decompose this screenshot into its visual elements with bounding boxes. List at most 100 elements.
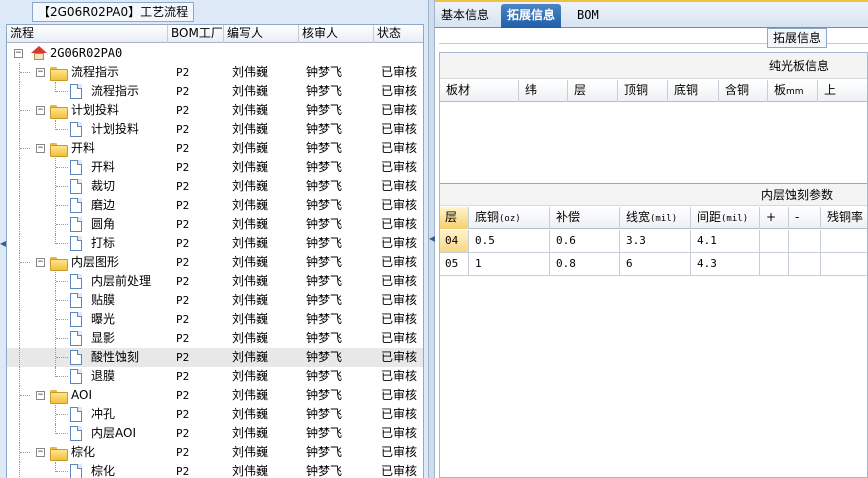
process-tree[interactable]: 流程 BOM工厂 编写人 核审人 状态 − 2G06R02PA0 − 流程指示 P2…	[6, 24, 424, 478]
tree-root-row[interactable]: − 2G06R02PA0	[7, 44, 423, 63]
home-icon	[31, 46, 47, 60]
collapse-icon[interactable]: −	[36, 448, 45, 457]
tree-folder-row[interactable]: − 内层图形 P2 刘伟巍 钟梦飞 已审核	[7, 253, 423, 272]
col-header-author[interactable]: 编写人	[224, 25, 299, 43]
tree-item-row[interactable]: 圆角 P2 刘伟巍 钟梦飞 已审核	[7, 215, 423, 234]
cell-empty[interactable]	[821, 230, 867, 252]
tree-item-row[interactable]: 流程指示 P2 刘伟巍 钟梦飞 已审核	[7, 82, 423, 101]
cell-reviewer: 钟梦飞	[306, 141, 343, 155]
tree-item-row[interactable]: 磨边 P2 刘伟巍 钟梦飞 已审核	[7, 196, 423, 215]
tree-folder-row[interactable]: − AOI P2 刘伟巍 钟梦飞 已审核	[7, 386, 423, 405]
cell-comp[interactable]: 0.8	[550, 253, 620, 275]
collapse-icon[interactable]: −	[36, 68, 45, 77]
col-top-copper[interactable]: 顶铜	[618, 80, 668, 102]
col-plus[interactable]: +	[760, 207, 789, 229]
tree-item-row[interactable]: 开料 P2 刘伟巍 钟梦飞 已审核	[7, 158, 423, 177]
col-weft[interactable]: 纬	[519, 80, 568, 102]
cell-empty[interactable]	[760, 230, 789, 252]
tree-item-row[interactable]: 显影 P2 刘伟巍 钟梦飞 已审核	[7, 329, 423, 348]
tree-item-label: 酸性蚀刻	[91, 350, 140, 364]
cell-empty[interactable]	[821, 253, 867, 275]
col-header-reviewer[interactable]: 核审人	[299, 25, 374, 43]
cell-layer[interactable]: 04	[440, 230, 469, 252]
col-with-copper[interactable]: 含铜	[719, 80, 768, 102]
cell-empty[interactable]	[789, 253, 821, 275]
tree-item-row[interactable]: 内层前处理 P2 刘伟巍 钟梦飞 已审核	[7, 272, 423, 291]
tree-item-row[interactable]: 棕化 P2 刘伟巍 钟梦飞 已审核	[7, 462, 423, 478]
tree-item-row[interactable]: 酸性蚀刻 P2 刘伟巍 钟梦飞 已审核	[7, 348, 423, 367]
tree-item-label: 显影	[91, 331, 116, 345]
collapse-icon[interactable]: −	[14, 49, 23, 58]
detail-pane: 基本信息 拓展信息 BOM 拓展信息 纯光板信息 板材 纬 层 顶铜 底铜 含铜…	[435, 0, 868, 478]
tree-item-row[interactable]: 退膜 P2 刘伟巍 钟梦飞 已审核	[7, 367, 423, 386]
cell-status: 已审核	[381, 236, 418, 250]
collapse-icon[interactable]: −	[36, 144, 45, 153]
tree-guide	[56, 243, 68, 244]
collapse-icon[interactable]: −	[36, 258, 45, 267]
cell-reviewer: 钟梦飞	[306, 236, 343, 250]
cell-bom-factory: P2	[176, 370, 190, 383]
tree-folder-row[interactable]: − 棕化 P2 刘伟巍 钟梦飞 已审核	[7, 443, 423, 462]
collapse-icon[interactable]: −	[36, 391, 45, 400]
tree-folder-row[interactable]: − 流程指示 P2 刘伟巍 钟梦飞 已审核	[7, 63, 423, 82]
tree-folder-label: AOI	[71, 388, 92, 402]
tab-bom[interactable]: BOM	[571, 4, 605, 28]
cell-width[interactable]: 3.3	[620, 230, 691, 252]
document-icon	[70, 407, 82, 422]
col-bottom-copper[interactable]: 底铜	[668, 80, 719, 102]
cell-status: 已审核	[381, 255, 418, 269]
col-upper[interactable]: 上	[818, 80, 867, 102]
col-base-copper[interactable]: 底铜(oz)	[469, 207, 550, 229]
col-layer-no[interactable]: 层	[440, 207, 469, 229]
collapse-icon[interactable]: −	[36, 106, 45, 115]
col-compensation[interactable]: 补偿	[550, 207, 620, 229]
cell-layer[interactable]: 05	[440, 253, 469, 275]
cell-bom-factory: P2	[176, 313, 190, 326]
plain-plate-grid[interactable]: 纯光板信息 板材 纬 层 顶铜 底铜 含铜 板mm 上	[440, 53, 867, 183]
col-board-mm[interactable]: 板mm	[768, 80, 818, 102]
cell-bom-factory: P2	[176, 275, 190, 288]
tree-item-row[interactable]: 贴膜 P2 刘伟巍 钟梦飞 已审核	[7, 291, 423, 310]
col-minus[interactable]: -	[789, 207, 821, 229]
pane-splitter[interactable]: ◀	[428, 0, 435, 478]
collapse-left-grip-icon[interactable]: ◀	[0, 238, 6, 250]
col-line-width[interactable]: 线宽(mil)	[620, 207, 691, 229]
tree-guide	[56, 186, 68, 187]
cell-empty[interactable]	[760, 253, 789, 275]
cell-spacing[interactable]: 4.1	[691, 230, 760, 252]
cell-empty[interactable]	[789, 230, 821, 252]
col-board[interactable]: 板材	[440, 80, 519, 102]
cell-width[interactable]: 6	[620, 253, 691, 275]
tree-folder-row[interactable]: − 计划投料 P2 刘伟巍 钟梦飞 已审核	[7, 101, 423, 120]
cell-reviewer: 钟梦飞	[306, 65, 343, 79]
tree-folder-row[interactable]: − 开料 P2 刘伟巍 钟梦飞 已审核	[7, 139, 423, 158]
inner-etch-row[interactable]: 04 0.5 0.6 3.3 4.1	[440, 230, 867, 253]
col-header-bom-factory[interactable]: BOM工厂	[168, 25, 224, 43]
col-header-status[interactable]: 状态	[374, 25, 423, 43]
inner-etch-row[interactable]: 05 1 0.8 6 4.3	[440, 253, 867, 276]
cell-status: 已审核	[381, 369, 418, 383]
col-layer[interactable]: 层	[568, 80, 618, 102]
col-header-process[interactable]: 流程	[7, 25, 168, 43]
tree-item-row[interactable]: 曝光 P2 刘伟巍 钟梦飞 已审核	[7, 310, 423, 329]
tree-item-row[interactable]: 计划投料 P2 刘伟巍 钟梦飞 已审核	[7, 120, 423, 139]
cell-author: 刘伟巍	[232, 103, 269, 117]
tree-item-row[interactable]: 内层AOI P2 刘伟巍 钟梦飞 已审核	[7, 424, 423, 443]
col-residual-copper[interactable]: 残铜率	[821, 207, 867, 229]
document-icon	[70, 217, 82, 232]
tree-item-row[interactable]: 裁切 P2 刘伟巍 钟梦飞 已审核	[7, 177, 423, 196]
cell-spacing[interactable]: 4.3	[691, 253, 760, 275]
cell-bom-factory: P2	[176, 446, 190, 459]
tree-item-row[interactable]: 冲孔 P2 刘伟巍 钟梦飞 已审核	[7, 405, 423, 424]
cell-base-cu[interactable]: 0.5	[469, 230, 550, 252]
col-spacing[interactable]: 间距(mil)	[691, 207, 760, 229]
tab-extended-info[interactable]: 拓展信息	[501, 4, 562, 28]
tree-guide	[56, 338, 68, 339]
cell-comp[interactable]: 0.6	[550, 230, 620, 252]
tree-guide	[19, 82, 20, 101]
cell-base-cu[interactable]: 1	[469, 253, 550, 275]
inner-etch-grid[interactable]: 内层蚀刻参数 层 底铜(oz) 补偿 线宽(mil) 间距(mil) + - 残…	[440, 184, 867, 477]
cell-status: 已审核	[381, 122, 418, 136]
tab-basic-info[interactable]: 基本信息	[435, 4, 495, 28]
tree-item-row[interactable]: 打标 P2 刘伟巍 钟梦飞 已审核	[7, 234, 423, 253]
